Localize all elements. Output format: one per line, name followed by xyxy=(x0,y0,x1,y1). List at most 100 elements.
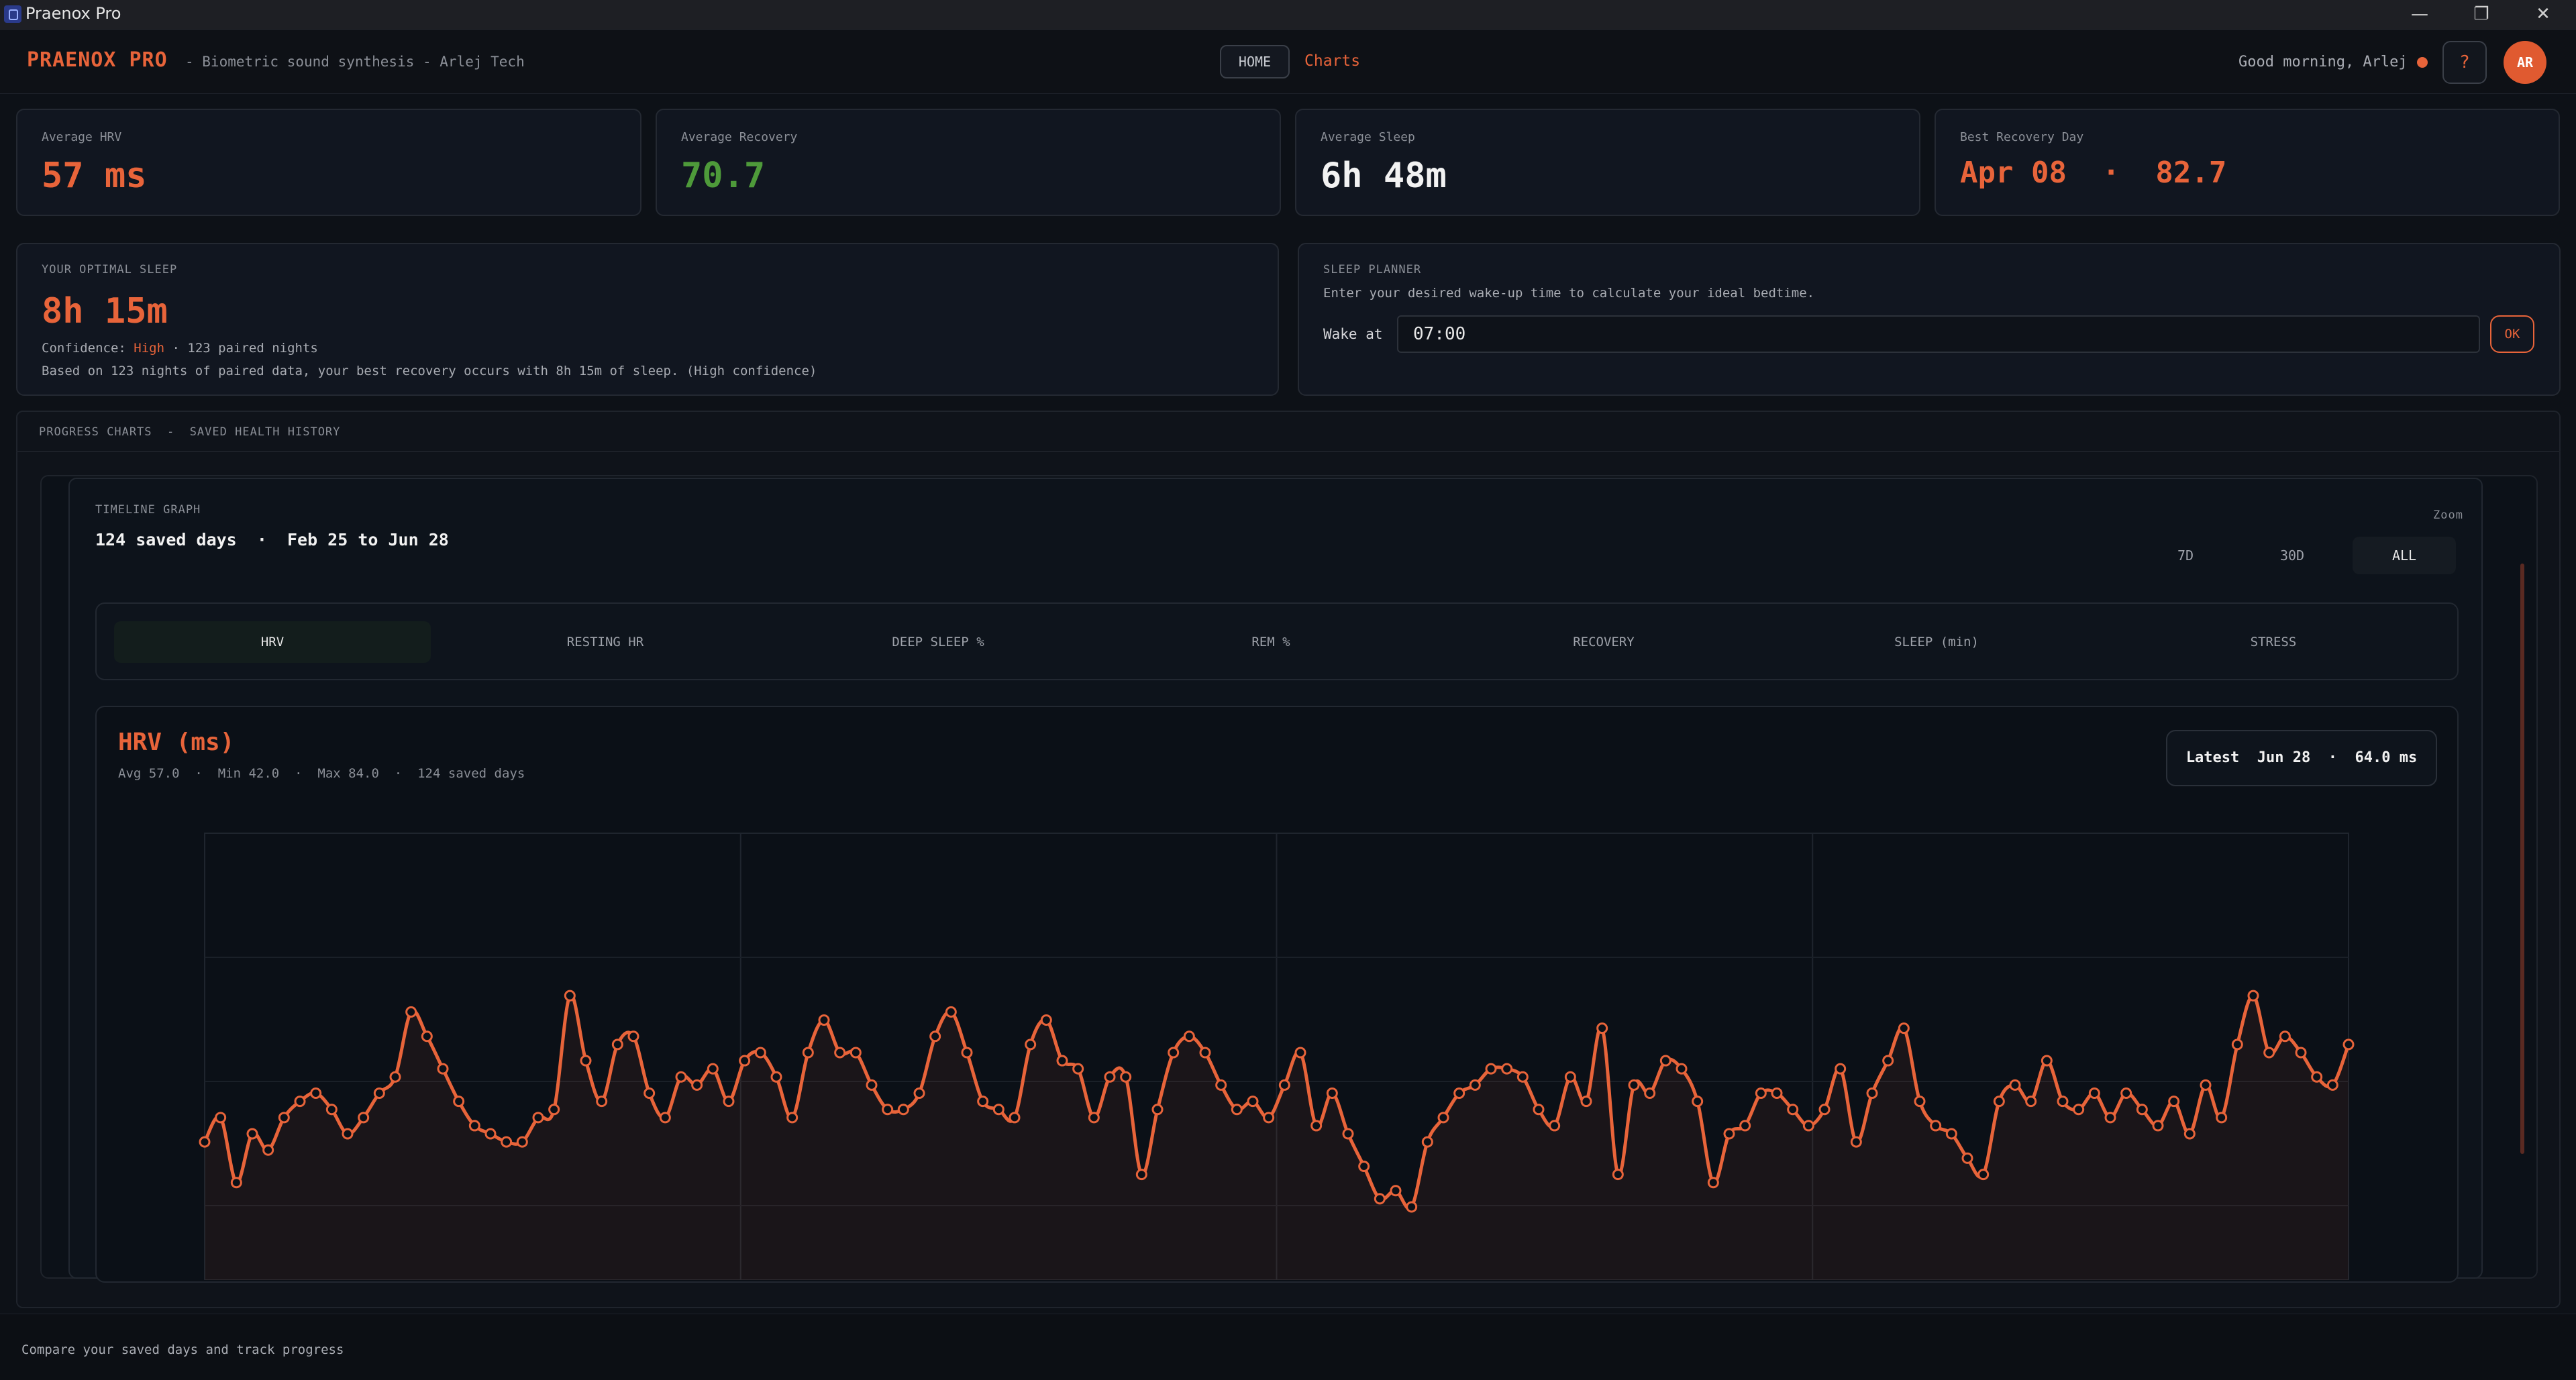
stat-label: Best Recovery Day xyxy=(1960,130,2084,144)
hrv-data-point xyxy=(1215,1079,1227,1091)
nav-home-button[interactable]: HOME xyxy=(1220,45,1290,78)
hrv-data-point xyxy=(1469,1079,1481,1091)
hrv-data-point xyxy=(1168,1047,1180,1059)
hrv-data-point xyxy=(1850,1136,1862,1148)
hrv-data-point xyxy=(2311,1071,2323,1083)
hrv-data-point xyxy=(1358,1160,1370,1172)
hrv-data-point xyxy=(1342,1128,1354,1140)
nav-charts-link[interactable]: Charts xyxy=(1304,52,1360,70)
hrv-data-point xyxy=(1533,1104,1545,1116)
ok-button[interactable]: OK xyxy=(2490,315,2534,353)
hrv-data-point xyxy=(310,1087,322,1099)
restore-button[interactable]: ❐ xyxy=(2451,0,2512,30)
hrv-data-point xyxy=(849,1047,862,1059)
hrv-data-point xyxy=(1564,1071,1576,1083)
hrv-data-point xyxy=(1771,1087,1783,1099)
confidence-value: High xyxy=(134,341,165,356)
stat-card-best-recovery: Best Recovery Day Apr 08 · 82.7 xyxy=(1935,109,2560,216)
tab-deep-sleep[interactable]: DEEP SLEEP % xyxy=(781,621,1095,663)
hrv-data-point xyxy=(580,1055,592,1067)
hrv-data-point xyxy=(977,1096,989,1108)
hrv-data-point xyxy=(770,1071,782,1083)
hrv-data-point xyxy=(1930,1120,1942,1132)
hrv-data-point xyxy=(230,1177,242,1189)
stat-value: 6h 48m xyxy=(1321,156,1447,196)
tab-resting-hr[interactable]: RESTING HR xyxy=(448,621,762,663)
hrv-data-point xyxy=(1120,1071,1132,1083)
tab-stress[interactable]: STRESS xyxy=(2112,621,2434,663)
hrv-data-point xyxy=(1231,1104,1243,1116)
hrv-data-point xyxy=(1056,1055,1068,1067)
chart-title: HRV (ms) xyxy=(118,729,235,756)
hrv-data-point xyxy=(1326,1087,1338,1099)
hrv-data-point xyxy=(913,1087,925,1099)
hrv-data-point xyxy=(1835,1063,1847,1075)
zoom-7d-button[interactable]: 7D xyxy=(2158,537,2213,574)
stat-card-sleep: Average Sleep 6h 48m xyxy=(1295,109,1920,216)
hrv-data-point xyxy=(516,1136,528,1148)
hrv-data-point xyxy=(278,1112,290,1124)
progress-charts-label: PROGRESS CHARTS - SAVED HEALTH HISTORY xyxy=(39,425,341,439)
hrv-data-point xyxy=(294,1096,306,1108)
hrv-data-point xyxy=(2247,990,2259,1002)
tab-recovery[interactable]: RECOVERY xyxy=(1447,621,1761,663)
minimize-button[interactable]: — xyxy=(2389,0,2451,30)
hrv-data-point xyxy=(358,1112,370,1124)
hrv-data-point xyxy=(945,1006,957,1018)
hrv-data-point xyxy=(1866,1087,1878,1099)
hrv-data-point xyxy=(389,1071,401,1083)
help-button[interactable]: ? xyxy=(2442,41,2487,84)
hrv-data-point xyxy=(1898,1022,1910,1034)
confidence-label: Confidence: xyxy=(42,341,126,356)
hrv-data-point xyxy=(262,1144,274,1156)
zoom-label: Zoom xyxy=(2433,509,2463,522)
hrv-data-point xyxy=(1628,1079,1640,1091)
sleep-planner-title: SLEEP PLANNER xyxy=(1323,263,1422,276)
hrv-data-point xyxy=(325,1104,338,1116)
hrv-data-point xyxy=(1025,1039,1037,1051)
hrv-data-point xyxy=(1183,1030,1195,1043)
hrv-data-point xyxy=(834,1047,846,1059)
scrollbar-thumb[interactable] xyxy=(2520,564,2524,1154)
user-avatar[interactable]: AR xyxy=(2504,41,2546,84)
hrv-line-chart[interactable] xyxy=(97,805,2457,1280)
hrv-data-point xyxy=(929,1030,941,1043)
hrv-data-point xyxy=(1882,1055,1894,1067)
hrv-data-point xyxy=(1247,1096,1259,1108)
hrv-data-point xyxy=(1421,1136,1433,1148)
hrv-data-point xyxy=(2279,1030,2291,1043)
hrv-data-point xyxy=(373,1087,385,1099)
zoom-all-button[interactable]: ALL xyxy=(2353,537,2456,574)
hrv-data-point xyxy=(421,1030,433,1043)
hrv-data-point xyxy=(1993,1096,2005,1108)
hrv-data-point xyxy=(501,1136,513,1148)
hrv-data-point xyxy=(1644,1087,1656,1099)
hrv-data-point xyxy=(866,1079,878,1091)
hrv-data-point xyxy=(199,1136,211,1148)
hrv-data-point xyxy=(754,1047,766,1059)
hrv-data-point xyxy=(342,1128,354,1140)
hrv-data-point xyxy=(532,1112,544,1124)
hrv-data-point xyxy=(2295,1047,2307,1059)
tab-sleep-min[interactable]: SLEEP (min) xyxy=(1780,621,2094,663)
hrv-data-point xyxy=(659,1112,671,1124)
hrv-data-point xyxy=(453,1096,465,1108)
hrv-data-point xyxy=(1961,1152,1973,1164)
hrv-data-point xyxy=(643,1087,656,1099)
optimal-sleep-note: Based on 123 nights of paired data, your… xyxy=(42,364,817,378)
wake-time-input[interactable]: 07:00 xyxy=(1397,315,2480,353)
hrv-data-point xyxy=(611,1039,623,1051)
wake-label: Wake at xyxy=(1323,326,1383,342)
hrv-data-point xyxy=(1501,1063,1513,1075)
hrv-data-point xyxy=(2200,1079,2212,1091)
close-button[interactable]: ✕ xyxy=(2512,0,2574,30)
hrv-data-point xyxy=(1787,1104,1799,1116)
zoom-30d-button[interactable]: 30D xyxy=(2263,537,2322,574)
hrv-data-point xyxy=(596,1096,608,1108)
tab-rem[interactable]: REM % xyxy=(1114,621,1428,663)
confidence-line: Confidence: High · 123 paired nights xyxy=(42,341,318,356)
greeting-text: Good morning, Arlej xyxy=(2238,54,2408,70)
brand-logo[interactable]: PRAENOX PRO xyxy=(27,48,168,72)
tab-hrv[interactable]: HRV xyxy=(114,621,431,663)
hrv-data-point xyxy=(468,1120,480,1132)
